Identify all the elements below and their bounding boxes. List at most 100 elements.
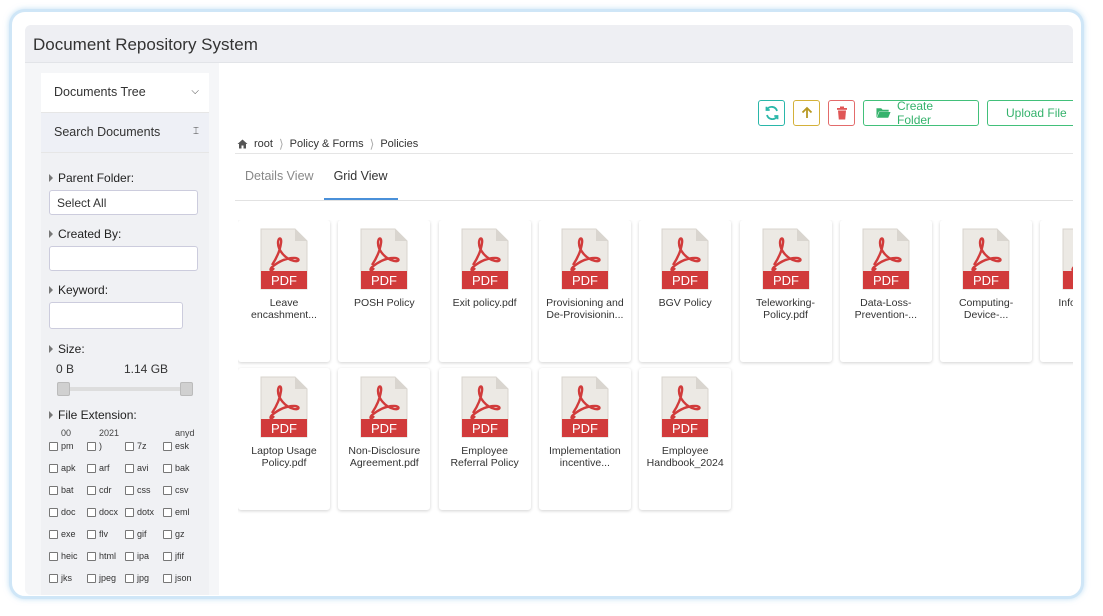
checkbox-icon[interactable] <box>163 551 172 561</box>
extension-checkbox[interactable]: 7z <box>125 439 163 453</box>
checkbox-icon[interactable] <box>163 441 172 451</box>
extension-checkbox[interactable]: jpeg <box>87 571 125 585</box>
extension-checkbox[interactable]: doc <box>49 505 87 519</box>
pdf-file-icon: PDF <box>260 228 308 290</box>
extension-label: html <box>99 551 117 561</box>
extension-checkbox[interactable]: heic <box>49 549 87 563</box>
checkbox-icon[interactable] <box>49 441 58 451</box>
file-card[interactable]: PDF Leave encashment... <box>238 220 330 362</box>
extension-checkbox[interactable]: gif <box>125 527 163 541</box>
tab-details-view[interactable]: Details View <box>235 156 324 200</box>
extension-checkbox[interactable]: esk <box>163 439 201 453</box>
checkbox-icon[interactable] <box>125 573 134 583</box>
file-card[interactable]: PDF Employee Referral Policy <box>438 368 531 510</box>
extension-checkbox[interactable]: dotx <box>125 505 163 519</box>
extension-checkbox[interactable]: csv <box>163 483 201 497</box>
extension-checkbox[interactable]: ipa <box>125 549 163 563</box>
parent-folder-select[interactable]: Select All <box>49 190 198 215</box>
upload-file-button[interactable]: Upload File <box>987 100 1073 126</box>
checkbox-icon[interactable] <box>87 485 96 495</box>
breadcrumb: root ⟩ Policy & Forms ⟩ Policies <box>237 137 418 151</box>
checkbox-icon[interactable] <box>125 441 134 451</box>
pdf-label: PDF <box>271 421 297 436</box>
extension-label: ) <box>99 441 102 451</box>
create-folder-button[interactable]: Create Folder <box>863 99 979 127</box>
file-card[interactable]: PDF Provisioning and De-Provisionin... <box>538 220 631 362</box>
extension-checkbox[interactable]: avi <box>125 461 163 475</box>
extension-checkbox[interactable]: cdr <box>87 483 125 497</box>
checkbox-icon[interactable] <box>163 507 172 517</box>
extension-checkbox[interactable]: jpg <box>125 571 163 585</box>
extension-checkbox[interactable]: gz <box>163 527 201 541</box>
keyword-input[interactable] <box>49 302 183 329</box>
extension-checkbox[interactable]: bak <box>163 461 201 475</box>
divider <box>235 153 1073 154</box>
checkbox-icon[interactable] <box>163 573 172 583</box>
checkbox-icon[interactable] <box>87 441 96 451</box>
checkbox-icon[interactable] <box>163 485 172 495</box>
checkbox-icon[interactable] <box>87 573 96 583</box>
file-card[interactable]: PDF Non-Disclosure Agreement.pdf <box>338 368 431 510</box>
extension-checkbox[interactable]: exe <box>49 527 87 541</box>
home-icon[interactable] <box>237 139 248 149</box>
file-name: Exit policy.pdf <box>452 297 517 309</box>
pdf-label: PDF <box>371 273 397 288</box>
file-card[interactable]: PDF Data-Loss-Prevention-... <box>839 220 932 362</box>
checkbox-icon[interactable] <box>49 463 58 473</box>
file-card[interactable]: PDF BGV Policy <box>639 220 732 362</box>
file-card[interactable]: PDF Implementation incentive... <box>538 368 631 510</box>
extension-checkbox[interactable]: pm <box>49 439 87 453</box>
checkbox-icon[interactable] <box>87 507 96 517</box>
checkbox-icon[interactable] <box>125 507 134 517</box>
checkbox-icon[interactable] <box>49 573 58 583</box>
file-card[interactable]: PDF Exit policy.pdf <box>438 220 531 362</box>
documents-tree-header[interactable]: Documents Tree ⌵ <box>41 73 209 113</box>
extension-checkbox[interactable]: css <box>125 483 163 497</box>
checkbox-icon[interactable] <box>49 507 58 517</box>
refresh-button[interactable] <box>758 100 785 126</box>
pdf-label: PDF <box>371 421 397 436</box>
file-card[interactable]: PDF POSH Policy <box>338 220 431 362</box>
delete-button[interactable] <box>828 100 855 126</box>
extension-checkbox[interactable]: arf <box>87 461 125 475</box>
file-card[interactable]: PDF Employee Handbook_2024 <box>639 368 732 510</box>
extension-checkbox[interactable]: eml <box>163 505 201 519</box>
file-card[interactable]: PDF Laptop Usage Policy.pdf <box>238 368 330 510</box>
extension-checkbox[interactable]: html <box>87 549 125 563</box>
checkbox-icon[interactable] <box>87 463 96 473</box>
checkbox-icon[interactable] <box>163 529 172 539</box>
file-card[interactable]: PDF Computing-Device-... <box>940 220 1033 362</box>
tab-grid-view[interactable]: Grid View <box>323 156 398 200</box>
slider-handle-max[interactable] <box>180 382 193 396</box>
checkbox-icon[interactable] <box>125 485 134 495</box>
checkbox-icon[interactable] <box>87 529 96 539</box>
checkbox-icon[interactable] <box>87 551 96 561</box>
checkbox-icon[interactable] <box>125 529 134 539</box>
checkbox-icon[interactable] <box>49 485 58 495</box>
extension-checkbox[interactable]: ) <box>87 439 125 453</box>
breadcrumb-policy-forms[interactable]: Policy & Forms <box>290 138 364 150</box>
slider-handle-min[interactable] <box>57 382 70 396</box>
checkbox-icon[interactable] <box>49 551 58 561</box>
checkbox-icon[interactable] <box>125 551 134 561</box>
extension-checkbox[interactable]: docx <box>87 505 125 519</box>
checkbox-icon[interactable] <box>49 529 58 539</box>
extension-checkbox[interactable]: flv <box>87 527 125 541</box>
extension-checkbox[interactable]: jks <box>49 571 87 585</box>
extension-checkbox[interactable]: bat <box>49 483 87 497</box>
checkbox-icon[interactable] <box>125 463 134 473</box>
breadcrumb-policies[interactable]: Policies <box>380 138 418 150</box>
extension-checkbox[interactable]: jfif <box>163 549 201 563</box>
file-card[interactable]: PDF Teleworking-Policy.pdf <box>739 220 832 362</box>
extension-checkbox[interactable]: apk <box>49 461 87 475</box>
extension-checkbox[interactable]: json <box>163 571 201 585</box>
up-folder-button[interactable] <box>793 100 820 126</box>
created-by-input[interactable] <box>49 246 198 271</box>
search-documents-header[interactable]: Search Documents ⌶ <box>41 113 209 153</box>
breadcrumb-root[interactable]: root <box>254 138 273 150</box>
size-slider[interactable] <box>57 382 193 396</box>
file-card[interactable]: PDF Infor... Tra... <box>1040 220 1073 362</box>
checkbox-icon[interactable] <box>163 463 172 473</box>
size-min: 0 B <box>56 362 75 376</box>
size-values: 0 B 1.14 GB <box>56 362 201 376</box>
